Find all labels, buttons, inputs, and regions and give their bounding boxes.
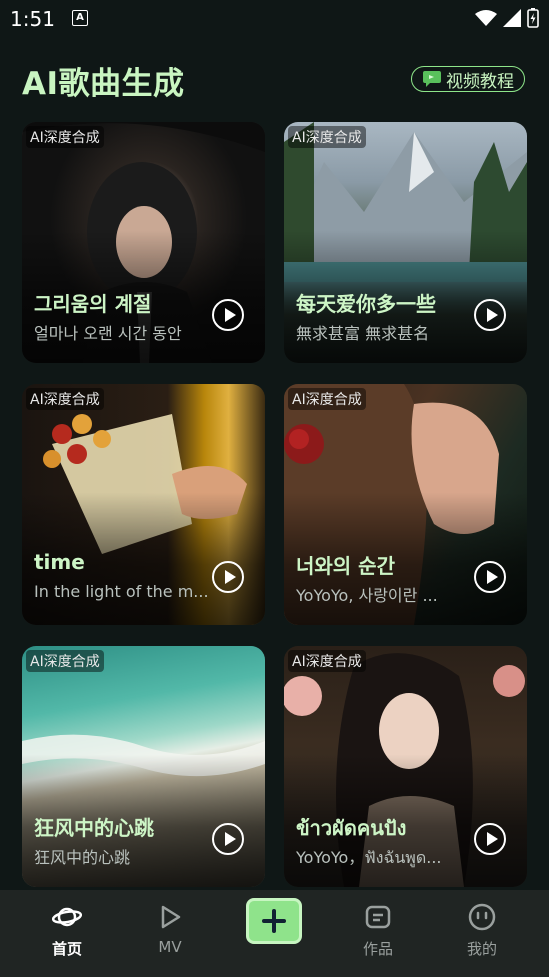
- song-subtitle: In the light of the m...: [34, 582, 209, 601]
- smiley-icon: [468, 903, 496, 931]
- nav-works[interactable]: 作品: [338, 890, 418, 977]
- song-subtitle: 얼마나 오랜 시간 동안: [34, 324, 182, 343]
- play-icon[interactable]: [212, 823, 244, 855]
- nav-mv-label: MV: [158, 938, 182, 956]
- create-plus-button[interactable]: [246, 898, 302, 944]
- ai-synthesis-tag: AI深度合成: [26, 388, 104, 410]
- song-subtitle: YoYoYo，ฟังฉันพูด...: [296, 848, 442, 867]
- ai-synthesis-tag: AI深度合成: [26, 126, 104, 148]
- song-title: time: [34, 550, 85, 574]
- status-time: 1:51: [10, 7, 55, 31]
- song-card[interactable]: AI深度合成 每天爱你多一些 無求甚富 無求甚名: [284, 122, 527, 363]
- play-icon[interactable]: [474, 299, 506, 331]
- wifi-icon: [475, 10, 497, 26]
- battery-icon: [527, 8, 539, 28]
- nav-me[interactable]: 我的: [442, 890, 522, 977]
- bottom-nav: 首页 MV 作品 我的: [0, 890, 549, 977]
- nav-home[interactable]: 首页: [27, 890, 107, 977]
- ai-synthesis-tag: AI深度合成: [288, 650, 366, 672]
- song-title: 그리움의 계절: [34, 292, 152, 316]
- status-bar: 1:51 A: [0, 0, 549, 36]
- notification-icon: A: [72, 10, 88, 26]
- ai-synthesis-tag: AI深度合成: [288, 126, 366, 148]
- play-outline-icon: [161, 905, 181, 929]
- play-icon[interactable]: [474, 561, 506, 593]
- play-icon[interactable]: [212, 561, 244, 593]
- play-icon[interactable]: [212, 299, 244, 331]
- song-title: 너와의 순간: [296, 554, 395, 578]
- ai-synthesis-tag: AI深度合成: [288, 388, 366, 410]
- song-subtitle: 狂风中的心跳: [34, 848, 131, 867]
- chat-bubble-icon: [423, 71, 441, 87]
- nav-me-label: 我的: [466, 940, 497, 958]
- video-tutorial-button[interactable]: 视频教程: [411, 66, 525, 92]
- nav-home-label: 首页: [51, 940, 82, 958]
- ai-synthesis-tag: AI深度合成: [26, 650, 104, 672]
- song-title: ข้าวผัดคนปัง: [296, 816, 407, 840]
- song-card[interactable]: AI深度合成 그리움의 계절 얼마나 오랜 시간 동안: [22, 122, 265, 363]
- song-title: 每天爱你多一些: [296, 292, 436, 316]
- page-title: AI歌曲生成: [22, 66, 185, 102]
- status-icons: [475, 8, 539, 28]
- song-subtitle: YoYoYo, 사랑이란 ...: [296, 586, 438, 605]
- song-card[interactable]: AI深度合成 time In the light of the m...: [22, 384, 265, 625]
- nav-mv[interactable]: MV: [130, 890, 210, 977]
- planet-icon: [52, 907, 82, 927]
- song-card[interactable]: AI深度合成 狂风中的心跳 狂风中的心跳: [22, 646, 265, 887]
- play-icon[interactable]: [474, 823, 506, 855]
- video-tutorial-label: 视频教程: [446, 71, 514, 92]
- song-card[interactable]: AI深度合成 ข้าวผัดคนปัง YoYoYo，ฟังฉันพูด...: [284, 646, 527, 887]
- document-icon: [365, 905, 391, 929]
- song-card[interactable]: AI深度合成 너와의 순간 YoYoYo, 사랑이란 ...: [284, 384, 527, 625]
- nav-works-label: 作品: [362, 940, 393, 958]
- song-subtitle: 無求甚富 無求甚名: [296, 324, 430, 343]
- signal-icon: [503, 9, 521, 27]
- song-title: 狂风中的心跳: [34, 816, 154, 840]
